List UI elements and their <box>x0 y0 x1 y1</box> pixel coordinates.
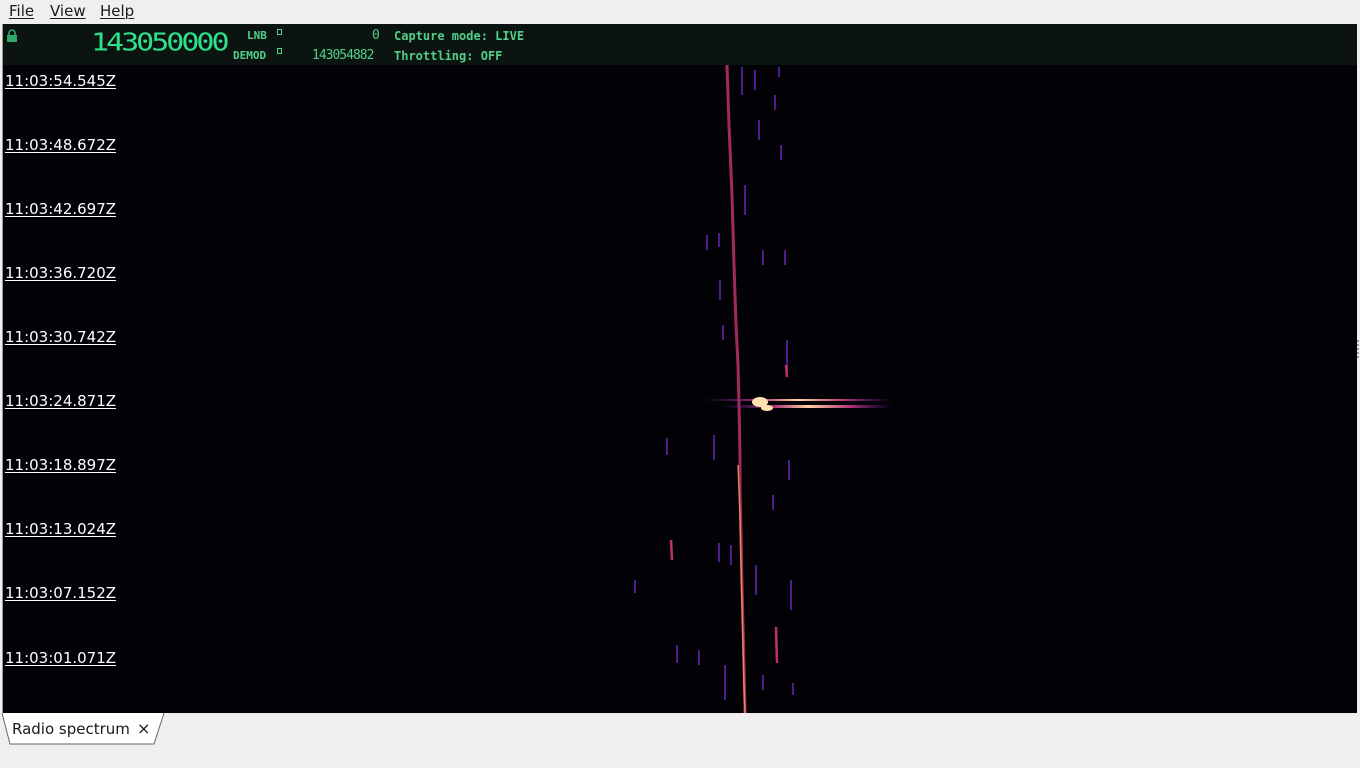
main-frequency-display[interactable]: 143050000 <box>91 31 230 56</box>
throttling-status: Throttling: OFF <box>394 49 503 63</box>
menu-view[interactable]: View <box>50 2 86 20</box>
lnb-lock-icon[interactable] <box>277 29 282 35</box>
timestamp-label: 11:03:54.545Z <box>5 72 117 90</box>
tab-label[interactable]: Radio spectrum <box>12 720 130 738</box>
frequency-header: 143050000 LNB 0 DEMOD 143054882 Capture … <box>3 24 1357 65</box>
lnb-label: LNB <box>247 29 267 42</box>
menu-file[interactable]: File <box>9 2 34 20</box>
close-icon[interactable]: × <box>137 719 150 738</box>
demod-lock-icon[interactable] <box>277 48 282 54</box>
splitter-handle[interactable] <box>1357 340 1359 360</box>
lnb-value[interactable]: 0 <box>372 28 380 43</box>
capture-mode-status: Capture mode: LIVE <box>394 29 525 43</box>
timestamp-label: 11:03:42.697Z <box>5 200 117 218</box>
timestamp-label: 11:03:07.152Z <box>5 584 117 602</box>
waterfall-display[interactable]: 11:03:54.545Z 11:03:48.672Z 11:03:42.697… <box>3 65 1357 713</box>
timestamp-label: 11:03:48.672Z <box>5 136 117 154</box>
spectrum-panel: 143050000 LNB 0 DEMOD 143054882 Capture … <box>2 24 1357 713</box>
timestamp-label: 11:03:30.742Z <box>5 328 117 346</box>
menu-bar: File View Help <box>0 0 1360 22</box>
demod-label: DEMOD <box>233 49 267 62</box>
demod-value[interactable]: 143054882 <box>312 48 374 63</box>
timestamp-label: 11:03:13.024Z <box>5 520 117 538</box>
timestamp-label: 11:03:36.720Z <box>5 264 117 282</box>
timestamp-label: 11:03:24.871Z <box>5 392 117 410</box>
lock-icon[interactable] <box>6 29 18 43</box>
menu-help[interactable]: Help <box>100 2 134 20</box>
tab-bar <box>0 713 1360 768</box>
timestamp-label: 11:03:01.071Z <box>5 649 117 667</box>
waterfall-signal <box>634 65 893 713</box>
timestamp-label: 11:03:18.897Z <box>5 456 117 474</box>
